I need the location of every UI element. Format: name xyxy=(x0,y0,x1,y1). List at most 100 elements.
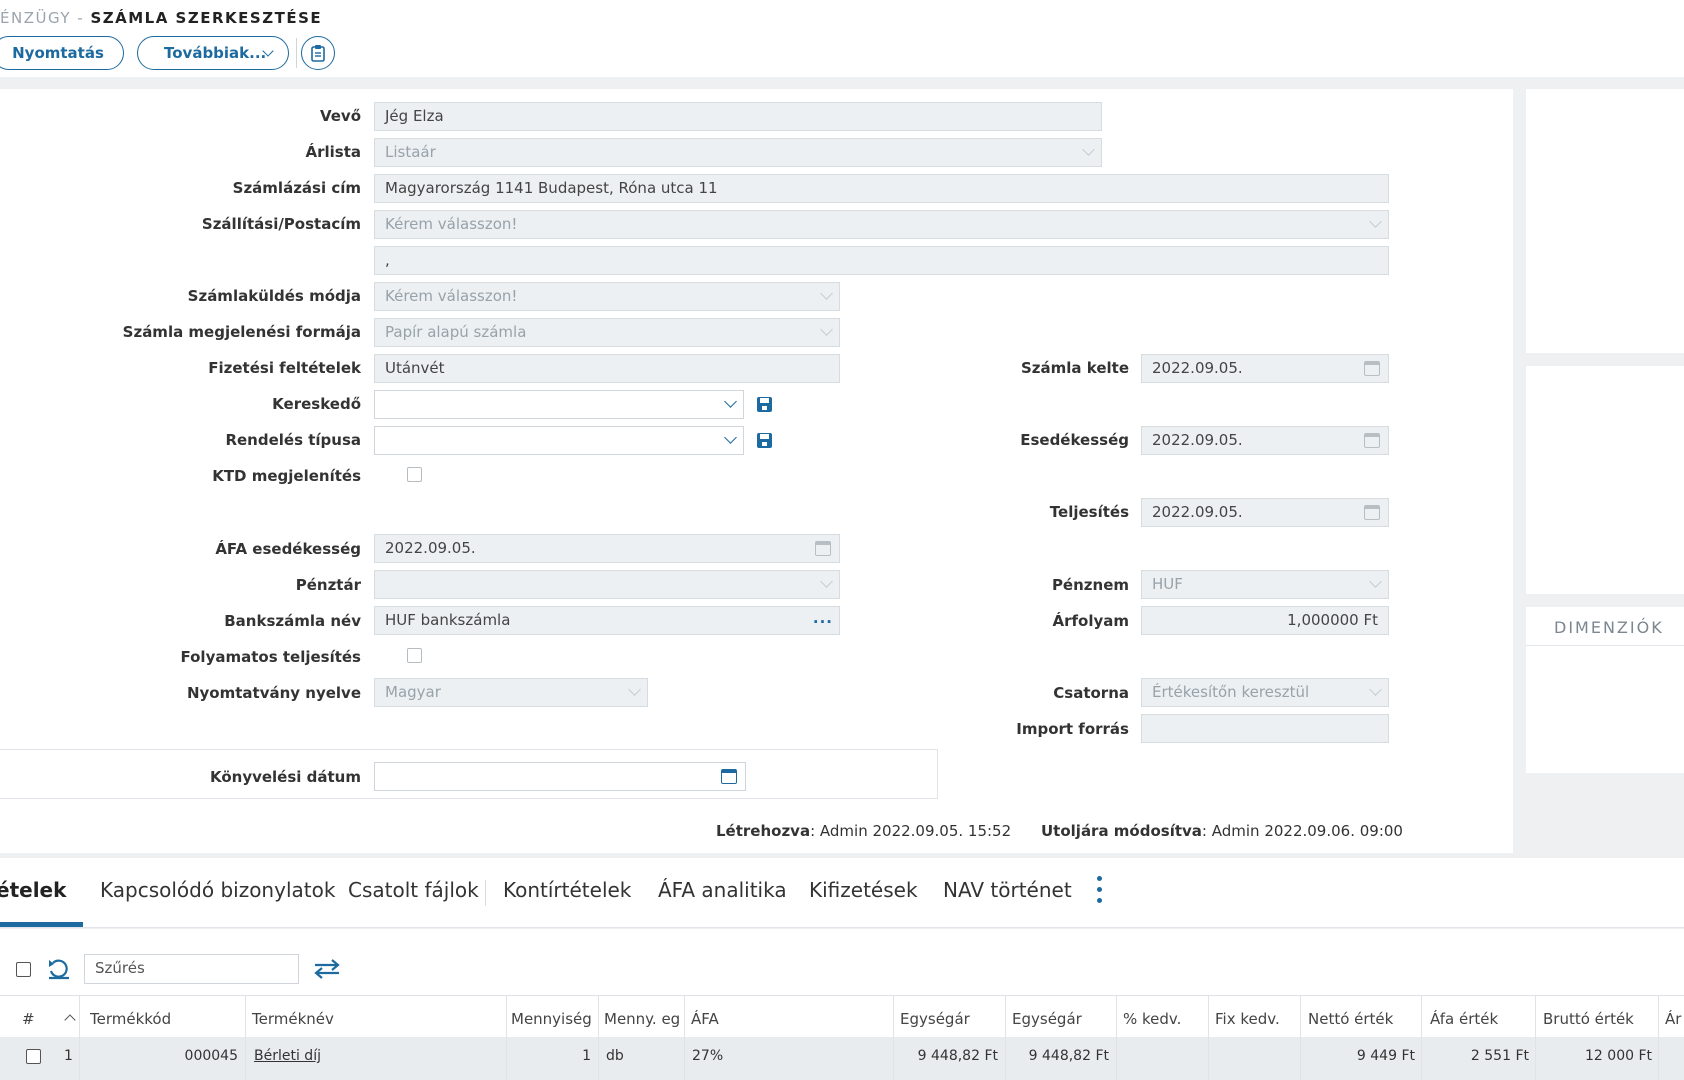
tab-nav-history[interactable]: NAV történet xyxy=(943,878,1072,902)
save-icon[interactable] xyxy=(757,397,772,412)
billing-address-label: Számlázási cím xyxy=(232,179,361,197)
import-source-field[interactable] xyxy=(1141,714,1389,743)
bank-account-field[interactable]: HUF bankszámla... xyxy=(374,606,840,635)
due-date-label: Esedékesség xyxy=(1020,431,1129,449)
chevron-down-icon xyxy=(724,395,737,408)
swap-icon[interactable] xyxy=(313,958,341,980)
dimensions-divider xyxy=(1526,645,1684,646)
currency-select[interactable]: HUF xyxy=(1141,570,1389,599)
col-header-unit-price-2[interactable]: Egységár xyxy=(1012,1010,1082,1028)
column-divider xyxy=(1658,996,1659,1080)
tab-divider xyxy=(485,880,486,906)
due-date-value: 2022.09.05. xyxy=(1152,431,1243,449)
dimensions-panel: DIMENZIÓK xyxy=(1526,607,1684,773)
merchant-select[interactable] xyxy=(374,390,744,419)
shipping-address-select[interactable]: Kérem válasszon! xyxy=(374,210,1389,239)
price-list-select[interactable]: Listaár xyxy=(374,138,1102,167)
due-date-field[interactable]: 2022.09.05. xyxy=(1141,426,1389,455)
calendar-icon[interactable] xyxy=(1364,505,1380,520)
invoice-format-select[interactable]: Papír alapú számla xyxy=(374,318,840,347)
active-tab-indicator xyxy=(0,922,83,927)
column-divider xyxy=(1535,996,1536,1080)
tab-payments[interactable]: Kifizetések xyxy=(809,878,918,902)
calendar-icon[interactable] xyxy=(1364,433,1380,448)
cash-register-select[interactable] xyxy=(374,570,840,599)
channel-value: Értékesítőn keresztül xyxy=(1152,683,1310,701)
print-language-select[interactable]: Magyar xyxy=(374,678,648,707)
col-header-product-name[interactable]: Terméknév xyxy=(252,1010,334,1028)
row-net-value: 9 449 Ft xyxy=(1356,1048,1415,1064)
invoice-format-label: Számla megjelenési formája xyxy=(122,323,361,341)
col-header-pct-discount[interactable]: % kedv. xyxy=(1123,1010,1181,1028)
chevron-down-icon xyxy=(1369,215,1382,228)
price-list-label: Árlista xyxy=(305,143,361,161)
col-header-price[interactable]: Ár xyxy=(1665,1010,1681,1028)
tab-vat-analytics[interactable]: ÁFA analitika xyxy=(658,878,787,902)
select-all-checkbox[interactable] xyxy=(16,962,31,977)
calendar-icon[interactable] xyxy=(1364,361,1380,376)
modified-value: : Admin 2022.09.06. 09:00 xyxy=(1201,822,1403,840)
col-header-unit-price[interactable]: Egységár xyxy=(900,1010,970,1028)
col-header-product-code[interactable]: Termékkód xyxy=(90,1010,171,1028)
customer-field[interactable]: Jég Elza xyxy=(374,102,1102,131)
save-icon[interactable] xyxy=(757,433,772,448)
row-checkbox[interactable] xyxy=(26,1049,41,1064)
price-list-value: Listaár xyxy=(385,143,436,161)
more-button-label: Továbbiak... xyxy=(164,44,267,62)
col-header-number[interactable]: # xyxy=(22,1010,35,1028)
posting-date-field[interactable] xyxy=(374,762,746,791)
invoice-date-field[interactable]: 2022.09.05. xyxy=(1141,354,1389,383)
fulfillment-value: 2022.09.05. xyxy=(1152,503,1243,521)
col-header-fix-discount[interactable]: Fix kedv. xyxy=(1215,1010,1280,1028)
calendar-icon[interactable] xyxy=(721,769,737,784)
col-header-gross-value[interactable]: Bruttó érték xyxy=(1543,1010,1634,1028)
filter-input[interactable]: Szűrés xyxy=(84,954,299,984)
clipboard-button[interactable] xyxy=(301,36,335,70)
col-header-vat-value[interactable]: Áfa érték xyxy=(1430,1010,1498,1028)
column-divider xyxy=(506,996,507,1080)
row-unit-price-2: 9 448,82 Ft xyxy=(1028,1048,1109,1064)
side-panel-middle xyxy=(1526,366,1684,594)
billing-address-field[interactable]: Magyarország 1141 Budapest, Róna utca 11 xyxy=(374,174,1389,203)
exchange-rate-label: Árfolyam xyxy=(1052,612,1129,630)
chevron-down-icon xyxy=(820,575,833,588)
continuous-checkbox[interactable] xyxy=(407,648,422,663)
shipping-address-line2[interactable]: , xyxy=(374,246,1389,275)
more-button[interactable]: Továbbiak... xyxy=(137,36,289,70)
tab-related-documents[interactable]: Kapcsolódó bizonylatok xyxy=(100,878,335,902)
column-divider xyxy=(79,996,80,1080)
more-dots-icon[interactable]: ... xyxy=(813,607,833,632)
chevron-down-icon xyxy=(820,323,833,336)
row-gross-value: 12 000 Ft xyxy=(1585,1048,1652,1064)
tab-accounting-entries[interactable]: Kontírtételek xyxy=(503,878,631,902)
row-product-name-link[interactable]: Bérleti díj xyxy=(254,1048,321,1064)
reset-icon[interactable] xyxy=(47,958,71,980)
column-divider xyxy=(245,996,246,1080)
dimensions-title: DIMENZIÓK xyxy=(1554,618,1664,637)
order-type-select[interactable] xyxy=(374,426,744,455)
print-button[interactable]: Nyomtatás xyxy=(0,36,124,70)
col-header-vat[interactable]: ÁFA xyxy=(691,1010,719,1028)
tab-items[interactable]: ételek xyxy=(0,878,66,902)
chevron-down-icon xyxy=(724,431,737,444)
column-divider xyxy=(1300,996,1301,1080)
column-divider xyxy=(598,996,599,1080)
col-header-net-value[interactable]: Nettó érték xyxy=(1308,1010,1393,1028)
chevron-down-icon xyxy=(628,683,641,696)
calendar-icon[interactable] xyxy=(815,541,831,556)
tab-attached-files[interactable]: Csatolt fájlok xyxy=(348,878,479,902)
fulfillment-field[interactable]: 2022.09.05. xyxy=(1141,498,1389,527)
ktd-display-checkbox[interactable] xyxy=(407,467,422,482)
exchange-rate-field[interactable]: 1,000000 Ft xyxy=(1141,606,1389,635)
invoice-date-label: Számla kelte xyxy=(1020,359,1129,377)
col-header-unit[interactable]: Menny. eg xyxy=(604,1010,684,1028)
tab-bar: ételek Kapcsolódó bizonylatok Csatolt fá… xyxy=(0,858,1684,928)
vat-due-field[interactable]: 2022.09.05. xyxy=(374,534,840,563)
payment-terms-field[interactable]: Utánvét xyxy=(374,354,840,383)
col-header-quantity[interactable]: Mennyiség xyxy=(511,1010,592,1028)
send-method-select[interactable]: Kérem válasszon! xyxy=(374,282,840,311)
modified-label: Utoljára módosítva xyxy=(1041,822,1202,840)
column-divider xyxy=(684,996,685,1080)
more-vertical-icon[interactable] xyxy=(1097,876,1102,904)
channel-select[interactable]: Értékesítőn keresztül xyxy=(1141,678,1389,707)
